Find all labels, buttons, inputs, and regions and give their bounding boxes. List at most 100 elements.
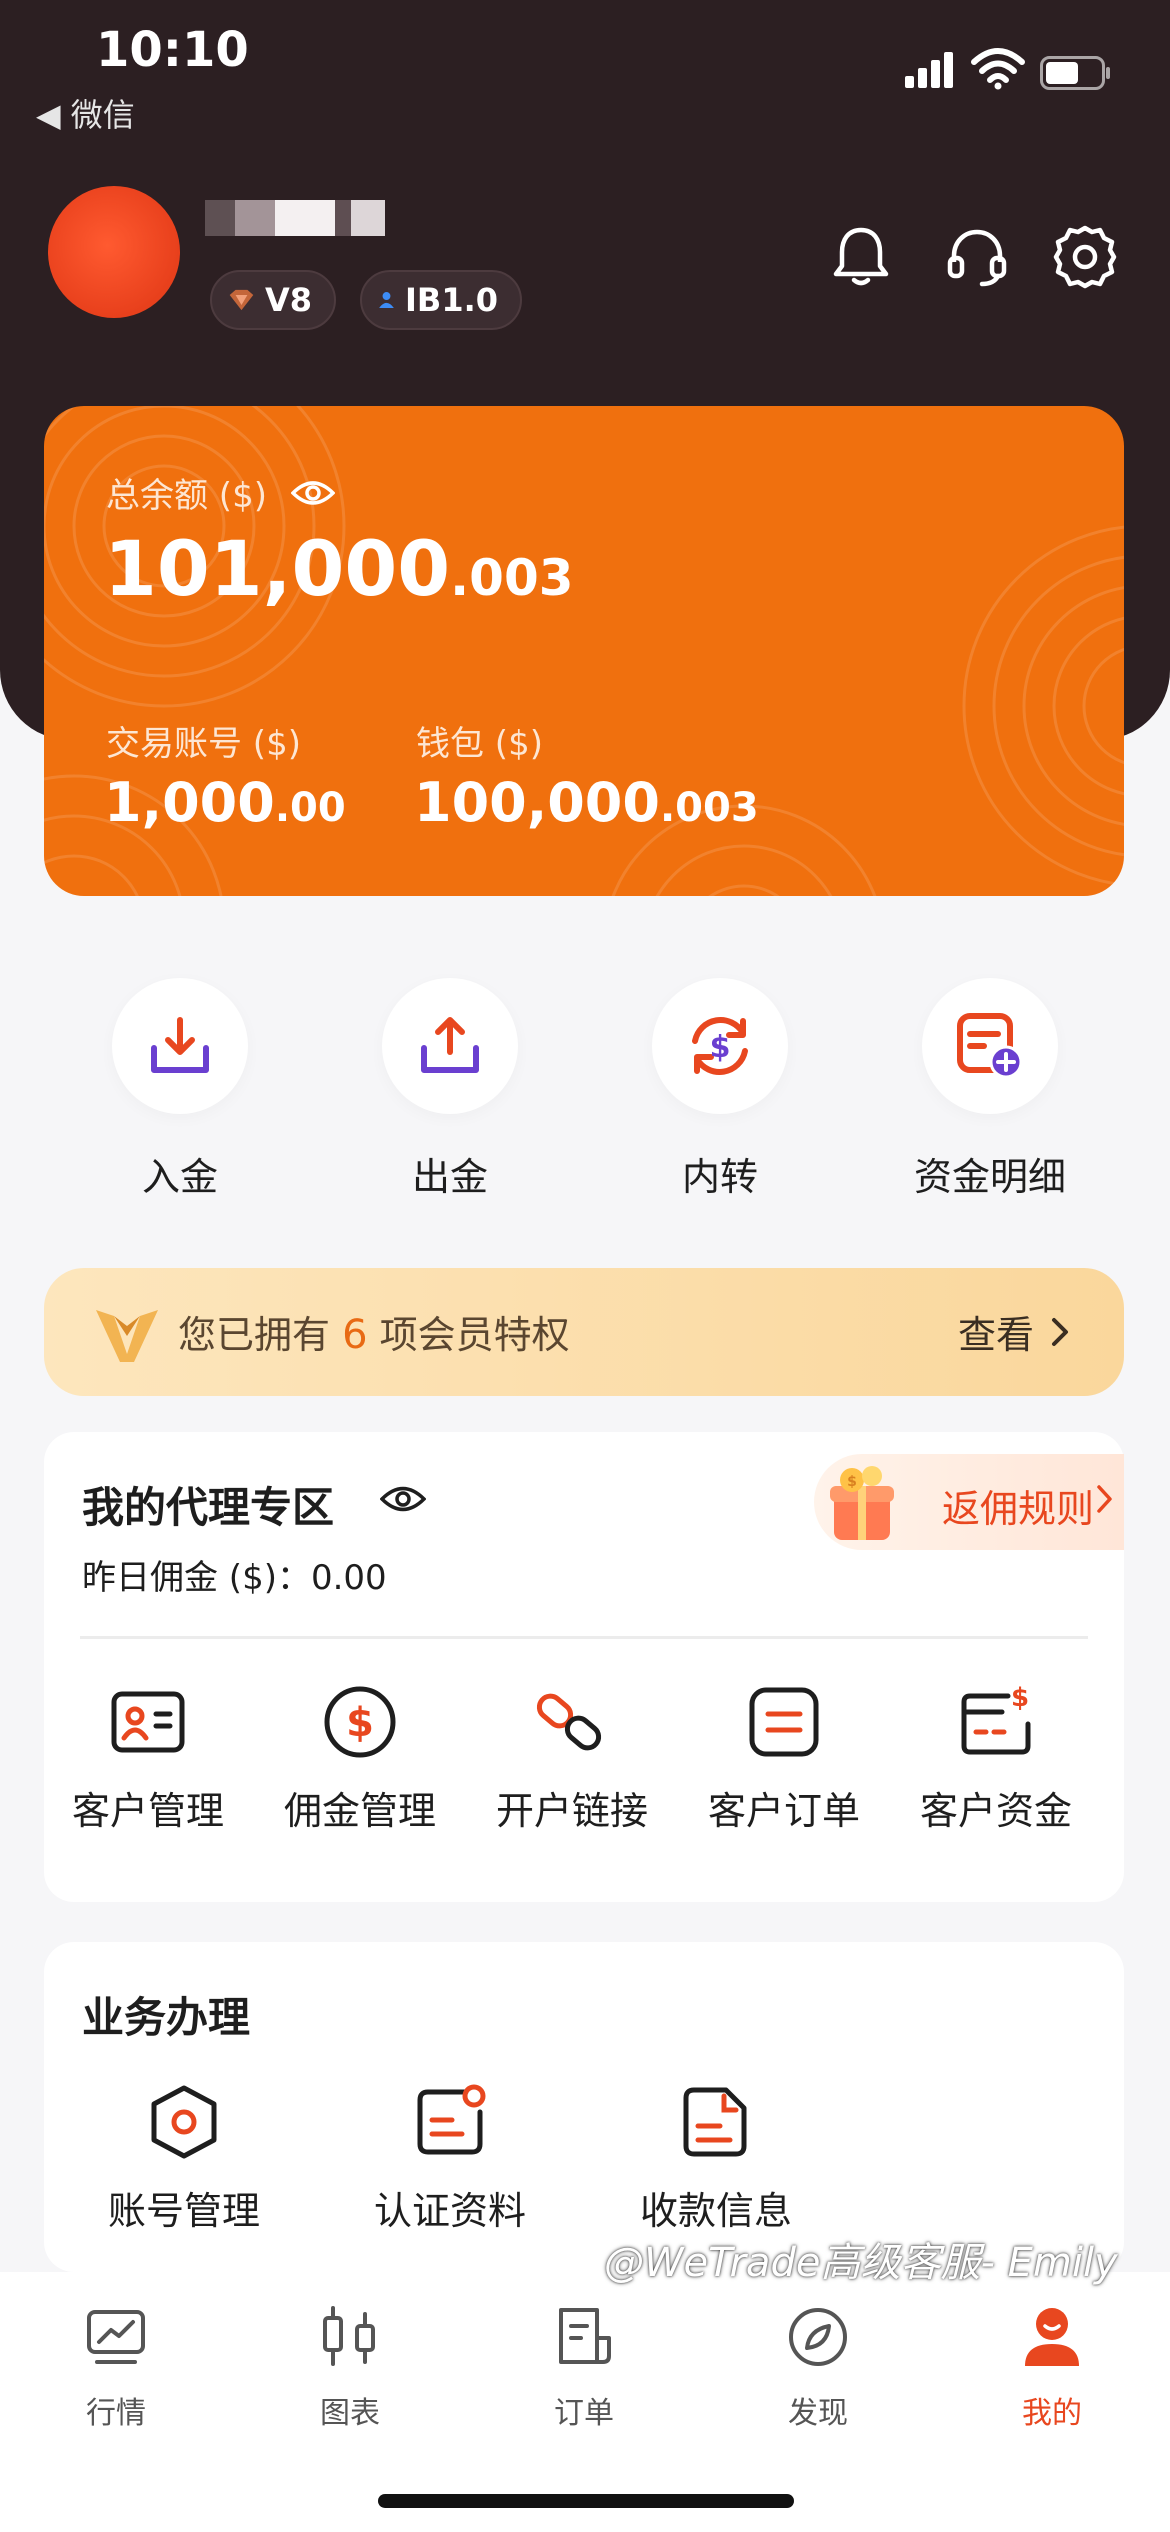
commission-management-icon: $	[324, 1686, 396, 1758]
total-balance-decimal: .003	[450, 549, 574, 607]
withdraw-icon-circle	[382, 978, 518, 1114]
fund-details-icon-circle	[922, 978, 1058, 1114]
discover-icon	[789, 2308, 847, 2366]
home-indicator[interactable]	[378, 2494, 794, 2508]
client-management-label: 客户管理	[71, 1789, 224, 1833]
vip-text-prefix: 您已拥有	[178, 1313, 343, 1357]
eye-icon[interactable]	[290, 477, 335, 509]
tab-market-label: 行情	[86, 2396, 146, 2431]
transfer-button[interactable]: $ 内转	[650, 978, 790, 1199]
ib-level-badge[interactable]: IB1.0	[360, 270, 522, 330]
eye-icon[interactable]	[380, 1482, 426, 1516]
account-link-button[interactable]: 开户链接	[472, 1682, 672, 1835]
wifi-icon	[971, 48, 1025, 90]
avatar[interactable]	[48, 186, 180, 318]
account-management-button[interactable]: 账号管理	[74, 2082, 294, 2235]
tab-discover-label: 发现	[788, 2396, 848, 2431]
total-balance-value: 101,000.003	[104, 524, 574, 613]
account-management-label: 账号管理	[107, 2189, 260, 2233]
vip-diamond-icon	[229, 289, 254, 311]
deposit-label: 入金	[141, 1155, 218, 1199]
battery-icon	[1040, 56, 1110, 90]
balance-card: 总余额 ($) 101,000.003 交易账号 ($) 1,000.00 钱包…	[44, 406, 1124, 896]
rebate-rules-label: 返佣规则	[942, 1487, 1095, 1531]
vip-crest-icon	[96, 1310, 158, 1362]
bell-icon[interactable]	[826, 222, 896, 292]
vip-level-label: V8	[264, 281, 312, 319]
verification-docs-label: 认证资料	[373, 2189, 526, 2233]
trading-account-decimal: .00	[274, 785, 346, 831]
agent-zone-title: 我的代理专区	[82, 1483, 335, 1532]
tab-profile-label: 我的	[1022, 2396, 1082, 2431]
tab-market[interactable]: 行情	[36, 2304, 196, 2432]
chevron-right-icon	[1097, 1485, 1112, 1513]
client-orders-label: 客户订单	[707, 1789, 860, 1833]
vip-privilege-count: 6	[342, 1312, 368, 1358]
vip-privileges-banner[interactable]: 您已拥有 6 项会员特权 查看	[44, 1268, 1124, 1396]
client-management-icon	[111, 1691, 185, 1753]
profile-icon	[1025, 2308, 1079, 2366]
rebate-rules-button[interactable]: $ 返佣规则	[814, 1454, 1124, 1550]
commission-management-button[interactable]: $ 佣金管理	[260, 1682, 460, 1835]
tab-discover[interactable]: 发现	[738, 2304, 898, 2432]
svg-text:$: $	[710, 1030, 731, 1065]
signal-icon	[905, 52, 953, 88]
deposit-icon-circle	[112, 978, 248, 1114]
gear-icon[interactable]	[1050, 222, 1120, 292]
headset-icon[interactable]	[942, 222, 1012, 292]
yesterday-commission: 昨日佣金 ($)：0.00	[82, 1558, 387, 1598]
deposit-icon	[151, 1017, 209, 1073]
status-bar: 10:10 ◀ 微信	[0, 0, 1170, 140]
client-funds-button[interactable]: $ 客户资金	[896, 1682, 1096, 1835]
tab-chart-label: 图表	[320, 2396, 380, 2431]
withdraw-label: 出金	[411, 1155, 488, 1199]
svg-text:$: $	[346, 1700, 374, 1746]
chevron-right-icon	[1052, 1317, 1068, 1346]
tab-orders-label: 订单	[554, 2396, 614, 2431]
payment-info-button[interactable]: 收款信息	[606, 2082, 826, 2235]
client-funds-label: 客户资金	[919, 1789, 1072, 1833]
verification-docs-icon	[417, 2084, 486, 2155]
ib-person-icon	[379, 292, 394, 308]
account-management-icon	[151, 2085, 217, 2159]
trading-account-value: 1,000.00	[104, 771, 346, 834]
divider	[80, 1636, 1088, 1639]
trading-account-label: 交易账号 ($)	[106, 724, 301, 764]
total-balance-main: 101,000	[104, 524, 451, 613]
fund-details-label: 资金明细	[913, 1155, 1066, 1199]
transfer-icon-circle: $	[652, 978, 788, 1114]
vip-view-label: 查看	[957, 1313, 1034, 1357]
svg-text:$: $	[847, 1474, 857, 1490]
tab-profile[interactable]: 我的	[972, 2304, 1132, 2432]
back-to-wechat-link[interactable]: ◀ 微信	[36, 90, 135, 136]
deposit-button[interactable]: 入金	[110, 978, 250, 1199]
client-management-button[interactable]: 客户管理	[48, 1682, 248, 1835]
vip-level-badge[interactable]: V8	[210, 270, 336, 330]
verification-docs-button[interactable]: 认证资料	[340, 2082, 560, 2235]
wallet-value: 100,000.003	[414, 771, 759, 834]
client-funds-icon: $	[961, 1683, 1031, 1755]
fund-details-icon	[957, 1013, 1023, 1079]
market-icon	[87, 2310, 145, 2364]
agent-zone-card: 我的代理专区 $ 返佣规则 昨日佣金 ($)：0.00 客户管理 $ 佣金管理 …	[44, 1432, 1124, 1902]
client-orders-button[interactable]: 客户订单	[684, 1682, 884, 1835]
vip-view-link[interactable]: 查看	[958, 1304, 1070, 1359]
ib-level-label: IB1.0	[405, 281, 498, 319]
tab-orders[interactable]: 订单	[504, 2304, 664, 2432]
transfer-label: 内转	[681, 1155, 758, 1199]
orders-icon	[559, 2308, 611, 2364]
transfer-icon: $	[692, 1017, 748, 1075]
tab-chart[interactable]: 图表	[270, 2304, 430, 2432]
client-orders-icon	[749, 1687, 819, 1757]
account-link-icon	[536, 1693, 602, 1751]
total-balance-label: 总余额 ($)	[106, 476, 267, 516]
wallet-decimal: .003	[659, 785, 759, 831]
wallet-label: 钱包 ($)	[416, 724, 543, 764]
withdraw-button[interactable]: 出金	[380, 978, 520, 1199]
fund-details-button[interactable]: 资金明细	[914, 978, 1066, 1199]
bottom-tab-bar: 行情 图表 订单 发现 我的	[0, 2272, 1170, 2532]
account-link-label: 开户链接	[495, 1789, 648, 1833]
chart-icon	[323, 2306, 375, 2366]
trading-account-main: 1,000	[104, 771, 275, 834]
payment-info-label: 收款信息	[639, 2189, 792, 2233]
